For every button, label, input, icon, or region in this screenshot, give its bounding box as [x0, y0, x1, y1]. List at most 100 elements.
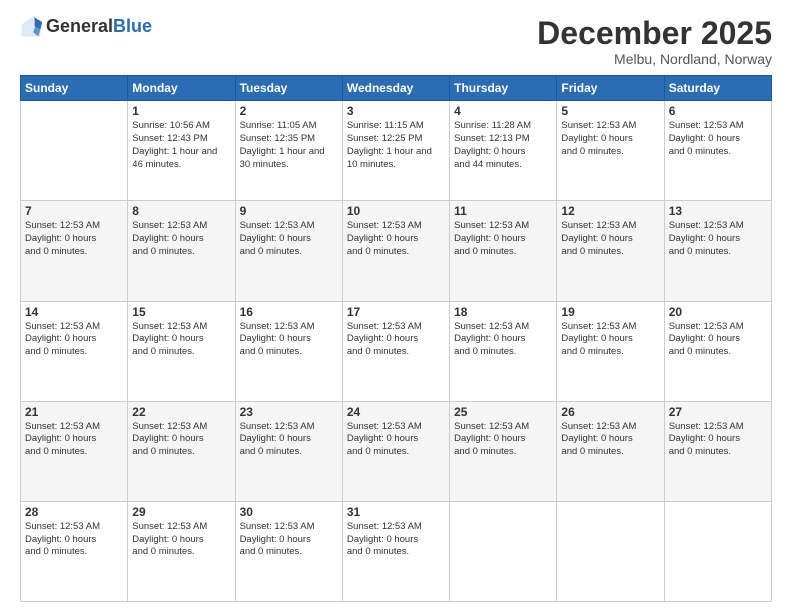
day-number: 2 — [240, 104, 338, 118]
day-number: 5 — [561, 104, 659, 118]
day-number: 28 — [25, 505, 123, 519]
day-number: 16 — [240, 305, 338, 319]
day-info: Sunset: 12:53 AM Daylight: 0 hours and 0… — [347, 421, 445, 459]
day-number: 20 — [669, 305, 767, 319]
day-info: Sunset: 12:53 AM Daylight: 0 hours and 0… — [347, 521, 445, 559]
day-info: Sunset: 12:53 AM Daylight: 0 hours and 0… — [25, 321, 123, 359]
day-cell-4-6 — [664, 501, 771, 601]
day-cell-2-3: 17 Sunset: 12:53 AM Daylight: 0 hours and… — [342, 301, 449, 401]
day-cell-3-4: 25 Sunset: 12:53 AM Daylight: 0 hours and… — [450, 401, 557, 501]
day-info: Sunset: 12:53 AM Daylight: 0 hours and 0… — [347, 220, 445, 258]
day-number: 10 — [347, 204, 445, 218]
day-cell-0-6: 6 Sunset: 12:53 AM Daylight: 0 hours and … — [664, 101, 771, 201]
day-cell-4-4 — [450, 501, 557, 601]
day-number: 30 — [240, 505, 338, 519]
day-info: Sunset: 12:53 AM Daylight: 0 hours and 0… — [669, 421, 767, 459]
day-info: Sunset: 12:53 AM Daylight: 0 hours and 0… — [454, 321, 552, 359]
day-cell-2-5: 19 Sunset: 12:53 AM Daylight: 0 hours and… — [557, 301, 664, 401]
day-number: 15 — [132, 305, 230, 319]
day-number: 21 — [25, 405, 123, 419]
logo: General Blue — [20, 16, 152, 38]
day-cell-3-6: 27Sunset: 12:53 AM Daylight: 0 hours and… — [664, 401, 771, 501]
logo-text: General Blue — [46, 17, 152, 37]
day-info: Sunset: 12:53 AM Daylight: 0 hours and 0… — [25, 220, 123, 258]
day-cell-1-0: 7Sunset: 12:53 AM Daylight: 0 hours and … — [21, 201, 128, 301]
week-row-4: 21 Sunset: 12:53 AM Daylight: 0 hours and… — [21, 401, 772, 501]
location: Melbu, Nordland, Norway — [537, 51, 772, 67]
day-cell-1-1: 8 Sunset: 12:53 AM Daylight: 0 hours and … — [128, 201, 235, 301]
day-info: Sunset: 12:53 AM Daylight: 0 hours and 0… — [454, 421, 552, 459]
day-cell-1-4: 11 Sunset: 12:53 AM Daylight: 0 hours and… — [450, 201, 557, 301]
day-number: 11 — [454, 204, 552, 218]
day-info: Sunset: 12:53 AM Daylight: 0 hours and 0… — [669, 220, 767, 258]
day-cell-2-4: 18Sunset: 12:53 AM Daylight: 0 hours and… — [450, 301, 557, 401]
day-number: 6 — [669, 104, 767, 118]
day-info: Sunset: 12:53 AM Daylight: 0 hours and 0… — [240, 421, 338, 459]
day-info: Sunset: 12:53 AM Daylight: 0 hours and 0… — [347, 321, 445, 359]
day-number: 19 — [561, 305, 659, 319]
day-info: Sunset: 12:53 AM Daylight: 0 hours and 0… — [454, 220, 552, 258]
day-info: Sunset: 12:53 AM Daylight: 0 hours and 0… — [561, 220, 659, 258]
day-cell-0-5: 5 Sunset: 12:53 AM Daylight: 0 hours and … — [557, 101, 664, 201]
day-info: Sunset: 12:53 AM Daylight: 0 hours and 0… — [669, 321, 767, 359]
logo-blue: Blue — [113, 17, 152, 37]
day-number: 31 — [347, 505, 445, 519]
day-cell-2-0: 14 Sunset: 12:53 AM Daylight: 0 hours and… — [21, 301, 128, 401]
day-cell-3-0: 21Sunset: 12:53 AM Daylight: 0 hours and… — [21, 401, 128, 501]
calendar-header-row: Sunday Monday Tuesday Wednesday Thursday… — [21, 76, 772, 101]
col-sunday: Sunday — [21, 76, 128, 101]
day-cell-4-5 — [557, 501, 664, 601]
week-row-5: 28 Sunset: 12:53 AM Daylight: 0 hours and… — [21, 501, 772, 601]
day-cell-3-5: 26 Sunset: 12:53 AM Daylight: 0 hours and… — [557, 401, 664, 501]
day-cell-3-3: 24 Sunset: 12:53 AM Daylight: 0 hours and… — [342, 401, 449, 501]
day-info: Sunset: 12:53 AM Daylight: 0 hours and 0… — [25, 521, 123, 559]
day-info: Sunset: 12:53 AM Daylight: 0 hours and 0… — [132, 220, 230, 258]
day-number: 24 — [347, 405, 445, 419]
day-cell-2-2: 16 Sunset: 12:53 AM Daylight: 0 hours and… — [235, 301, 342, 401]
day-number: 3 — [347, 104, 445, 118]
day-cell-2-1: 15Sunset: 12:53 AM Daylight: 0 hours and… — [128, 301, 235, 401]
day-info: Sunset: 12:53 AM Daylight: 0 hours and 0… — [240, 521, 338, 559]
day-number: 13 — [669, 204, 767, 218]
day-info: Sunset: 12:53 AM Daylight: 0 hours and 0… — [240, 321, 338, 359]
day-cell-1-3: 10 Sunset: 12:53 AM Daylight: 0 hours and… — [342, 201, 449, 301]
day-info: Sunrise: 10:56 AM Sunset: 12:43 PM Dayli… — [132, 120, 230, 171]
day-cell-3-2: 23Sunset: 12:53 AM Daylight: 0 hours and… — [235, 401, 342, 501]
day-cell-3-1: 22 Sunset: 12:53 AM Daylight: 0 hours and… — [128, 401, 235, 501]
day-cell-4-0: 28 Sunset: 12:53 AM Daylight: 0 hours and… — [21, 501, 128, 601]
day-info: Sunset: 12:53 AM Daylight: 0 hours and 0… — [132, 521, 230, 559]
day-number: 8 — [132, 204, 230, 218]
day-info: Sunrise: 11:28 AM Sunset: 12:13 PM Dayli… — [454, 120, 552, 171]
week-row-2: 7Sunset: 12:53 AM Daylight: 0 hours and … — [21, 201, 772, 301]
day-info: Sunset: 12:53 AM Daylight: 0 hours and 0… — [561, 120, 659, 158]
day-info: Sunset: 12:53 AM Daylight: 0 hours and 0… — [669, 120, 767, 158]
week-row-3: 14 Sunset: 12:53 AM Daylight: 0 hours and… — [21, 301, 772, 401]
day-cell-1-6: 13 Sunset: 12:53 AM Daylight: 0 hours and… — [664, 201, 771, 301]
day-info: Sunset: 12:53 AM Daylight: 0 hours and 0… — [132, 421, 230, 459]
day-number: 14 — [25, 305, 123, 319]
day-number: 26 — [561, 405, 659, 419]
page: General Blue December 2025 Melbu, Nordla… — [0, 0, 792, 612]
col-friday: Friday — [557, 76, 664, 101]
month-year: December 2025 — [537, 16, 772, 51]
week-row-1: 1Sunrise: 10:56 AM Sunset: 12:43 PM Dayl… — [21, 101, 772, 201]
logo-general: General — [46, 17, 113, 37]
day-info: Sunset: 12:53 AM Daylight: 0 hours and 0… — [561, 421, 659, 459]
day-cell-1-5: 12 Sunset: 12:53 AM Daylight: 0 hours and… — [557, 201, 664, 301]
col-tuesday: Tuesday — [235, 76, 342, 101]
day-number: 12 — [561, 204, 659, 218]
logo-icon — [20, 16, 42, 38]
title-block: December 2025 Melbu, Nordland, Norway — [537, 16, 772, 67]
day-cell-2-6: 20 Sunset: 12:53 AM Daylight: 0 hours and… — [664, 301, 771, 401]
day-number: 22 — [132, 405, 230, 419]
col-monday: Monday — [128, 76, 235, 101]
day-number: 9 — [240, 204, 338, 218]
day-info: Sunset: 12:53 AM Daylight: 0 hours and 0… — [240, 220, 338, 258]
day-number: 25 — [454, 405, 552, 419]
day-info: Sunset: 12:53 AM Daylight: 0 hours and 0… — [561, 321, 659, 359]
col-saturday: Saturday — [664, 76, 771, 101]
day-cell-4-3: 31 Sunset: 12:53 AM Daylight: 0 hours and… — [342, 501, 449, 601]
day-number: 4 — [454, 104, 552, 118]
day-number: 17 — [347, 305, 445, 319]
col-wednesday: Wednesday — [342, 76, 449, 101]
